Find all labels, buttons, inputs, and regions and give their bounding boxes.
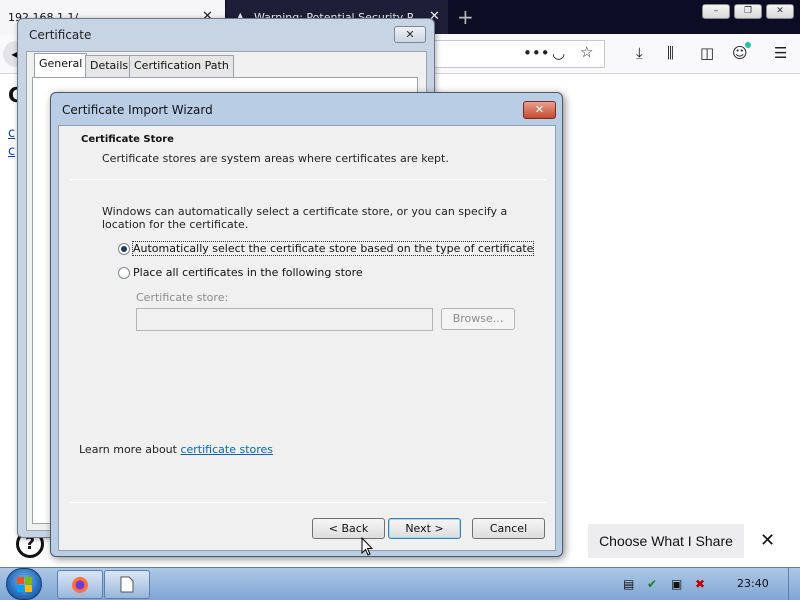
- certificate-stores-link[interactable]: certificate stores: [180, 443, 273, 456]
- tab-general[interactable]: General: [34, 53, 88, 78]
- back-button[interactable]: < Back: [312, 518, 385, 539]
- wizard-heading: Certificate Store: [81, 134, 174, 145]
- url-bar[interactable]: ••• ◡ ☆: [430, 40, 605, 68]
- taskbar: ▤ ✔ ▣ ✖ 23:40: [0, 567, 800, 600]
- wizard-description: Windows can automatically select a certi…: [102, 205, 508, 231]
- auto-select-store-label[interactable]: Automatically select the certificate sto…: [131, 241, 535, 256]
- more-icon[interactable]: •••: [523, 44, 550, 62]
- learn-more-prefix: Learn more about: [79, 443, 181, 456]
- tab-certification-path[interactable]: Certification Path: [129, 55, 234, 77]
- mouse-cursor-icon: [361, 537, 373, 556]
- minimize-button[interactable]: –: [702, 4, 730, 19]
- window-close-button[interactable]: ✕: [766, 4, 794, 19]
- cancel-button[interactable]: Cancel: [472, 518, 545, 539]
- certificate-store-label: Certificate store:: [136, 291, 229, 304]
- library-icon[interactable]: ⫼: [667, 44, 674, 62]
- browse-button: Browse...: [441, 308, 515, 330]
- wizard-client-area: Certificate Store Certificate stores are…: [58, 125, 556, 551]
- dialog-close-button[interactable]: ✕: [394, 26, 426, 43]
- taskbar-firefox[interactable]: [57, 570, 103, 599]
- divider: [70, 502, 546, 503]
- taskbar-clock[interactable]: 23:40: [737, 577, 769, 590]
- dialog-title: Certificate: [29, 28, 92, 42]
- download-icon[interactable]: ⤓: [636, 44, 643, 62]
- notification-close-icon[interactable]: ✕: [760, 530, 775, 551]
- tray-network-icon[interactable]: ▣: [671, 577, 682, 591]
- start-button[interactable]: [6, 568, 42, 600]
- bookmark-star-icon[interactable]: ☆: [580, 43, 593, 61]
- learn-more-text: Learn more about certificate stores: [79, 443, 273, 456]
- document-icon: [120, 576, 134, 593]
- wizard-close-button[interactable]: ✕: [523, 101, 556, 119]
- tray-volume-muted-icon[interactable]: ✖: [695, 577, 705, 591]
- page-link[interactable]: c: [8, 144, 15, 159]
- windows-logo-icon: [17, 577, 32, 592]
- choose-what-i-share-button[interactable]: Choose What I Share: [588, 524, 744, 558]
- auto-select-store-radio[interactable]: [118, 243, 130, 255]
- place-in-store-label[interactable]: Place all certificates in the following …: [133, 266, 363, 279]
- maximize-button[interactable]: ❐: [734, 4, 762, 19]
- wizard-title: Certificate Import Wizard: [62, 103, 213, 117]
- certificate-store-field: [136, 308, 433, 331]
- place-in-store-radio[interactable]: [118, 267, 130, 279]
- next-button[interactable]: Next >: [388, 518, 461, 539]
- taskbar-document[interactable]: [104, 570, 150, 599]
- show-desktop-button[interactable]: [788, 568, 800, 600]
- sidebar-icon[interactable]: ◫: [700, 44, 714, 62]
- tray-security-icon[interactable]: ✔: [647, 577, 657, 591]
- firefox-icon: [72, 577, 88, 593]
- account-icon[interactable]: ☺: [732, 42, 751, 62]
- tab-details[interactable]: Details: [85, 55, 134, 77]
- page-link[interactable]: c: [8, 126, 15, 141]
- new-tab-button[interactable]: +: [457, 5, 474, 29]
- menu-icon[interactable]: ☰: [774, 44, 787, 62]
- divider: [70, 179, 546, 180]
- pocket-icon[interactable]: ◡: [552, 44, 565, 62]
- tray-clipboard-icon[interactable]: ▤: [623, 577, 634, 591]
- wizard-subheading: Certificate stores are system areas wher…: [102, 152, 449, 165]
- certificate-import-wizard: Certificate Import Wizard ✕ Certificate …: [50, 92, 563, 557]
